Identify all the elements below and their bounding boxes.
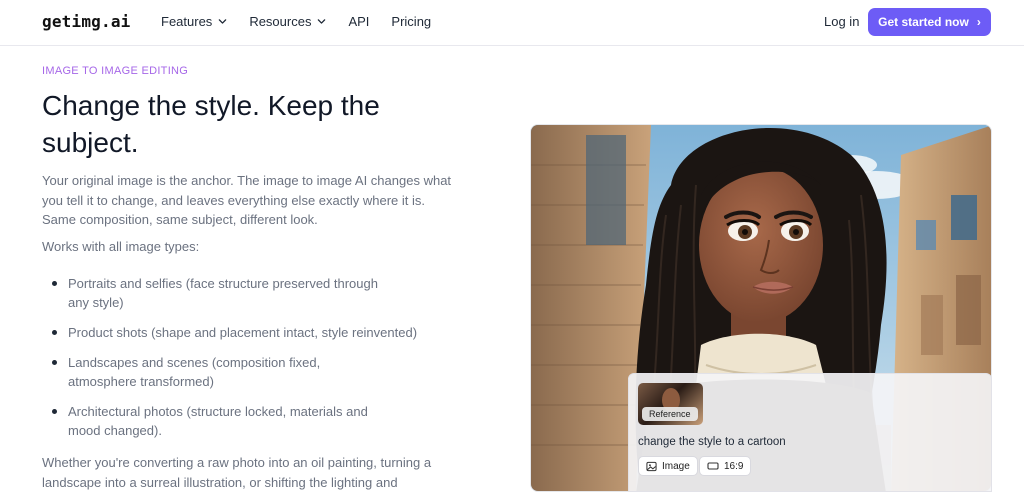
nav-api[interactable]: API: [348, 14, 369, 29]
chevron-right-icon: ›: [976, 15, 981, 29]
image-icon: [646, 461, 657, 471]
nav-links: Features Resources API Pricing: [161, 14, 453, 29]
reference-thumbnail[interactable]: Reference: [638, 383, 703, 425]
ratio-chip-label: 16:9: [724, 460, 744, 472]
reference-badge: Reference: [642, 407, 698, 421]
list-item: Portraits and selfies (face structure pr…: [52, 274, 397, 312]
nav-resources-label: Resources: [249, 14, 312, 29]
login-link[interactable]: Log in: [824, 14, 859, 29]
page-title: Change the style. Keep the subject.: [42, 90, 380, 158]
nav-pricing[interactable]: Pricing: [391, 14, 431, 29]
chevron-down-icon: [219, 19, 227, 24]
nav-api-label: API: [348, 14, 370, 29]
works-with-text: Works with all image types:: [42, 239, 200, 254]
aspect-ratio-chip[interactable]: 16:9: [699, 456, 752, 476]
image-chip-label: Image: [662, 460, 690, 472]
list-item: Landscapes and scenes (composition fixed…: [52, 353, 332, 391]
intro-paragraph: Your original image is the anchor. The i…: [42, 173, 452, 227]
top-navbar: getimg.ai Features Resources API Pricing…: [0, 0, 1024, 46]
logo[interactable]: getimg.ai: [42, 12, 131, 31]
nav-resources[interactable]: Resources: [249, 14, 326, 29]
aspect-ratio-icon: [707, 462, 719, 470]
section-eyebrow: IMAGE TO IMAGE EDITING: [42, 65, 189, 77]
nav-features[interactable]: Features: [161, 14, 227, 29]
image-mode-chip[interactable]: Image: [638, 456, 698, 476]
prompt-text[interactable]: change the style to a cartoon: [638, 436, 786, 448]
list-item: Product shots (shape and placement intac…: [52, 323, 432, 342]
nav-pricing-label: Pricing: [391, 14, 432, 29]
chevron-down-icon: [318, 19, 326, 24]
list-item: Architectural photos (structure locked, …: [52, 402, 382, 440]
nav-features-label: Features: [161, 14, 213, 29]
get-started-button[interactable]: Get started now ›: [868, 8, 991, 36]
get-started-label: Get started now: [878, 15, 969, 29]
image-types-list: Portraits and selfies (face structure pr…: [52, 274, 432, 440]
prompt-panel: Reference change the style to a cartoon …: [628, 373, 992, 492]
closing-paragraph: Whether you're converting a raw photo in…: [42, 455, 432, 490]
